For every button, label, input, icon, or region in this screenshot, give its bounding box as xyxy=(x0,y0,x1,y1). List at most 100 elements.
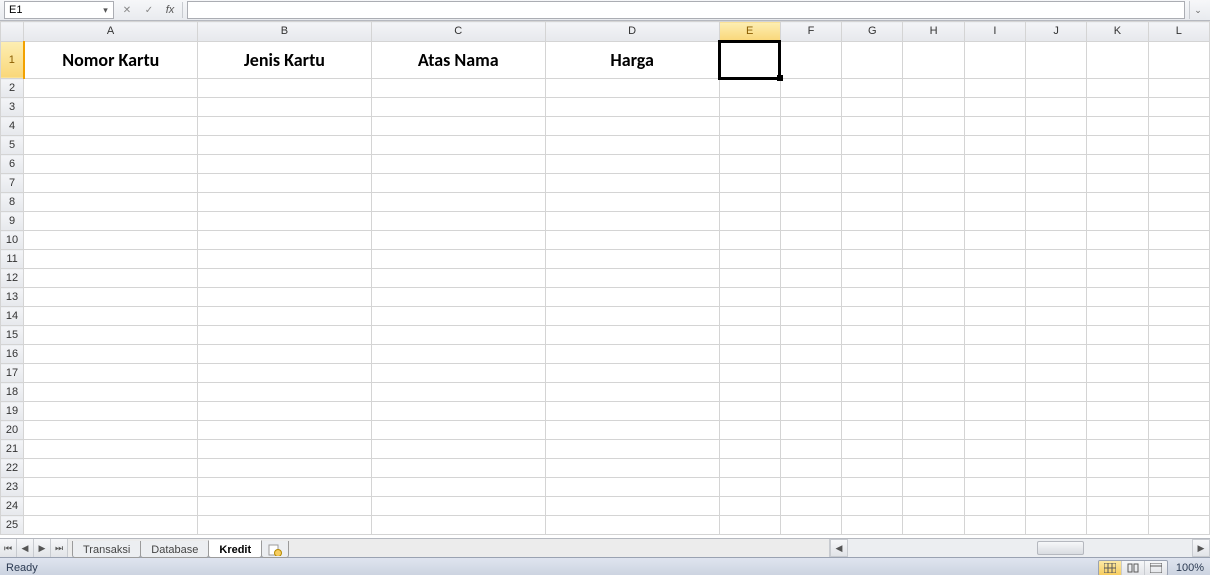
column-header-D[interactable]: D xyxy=(545,22,719,42)
cell-C2[interactable] xyxy=(371,79,545,98)
cell-I11[interactable] xyxy=(964,250,1025,269)
cell-B21[interactable] xyxy=(197,440,371,459)
cell-F6[interactable] xyxy=(780,155,841,174)
cell-B22[interactable] xyxy=(197,459,371,478)
cell-G23[interactable] xyxy=(842,478,903,497)
cell-E24[interactable] xyxy=(719,497,780,516)
cell-H13[interactable] xyxy=(903,288,964,307)
cell-D7[interactable] xyxy=(545,174,719,193)
cell-H9[interactable] xyxy=(903,212,964,231)
cell-F11[interactable] xyxy=(780,250,841,269)
cell-H5[interactable] xyxy=(903,136,964,155)
cell-E6[interactable] xyxy=(719,155,780,174)
cell-G22[interactable] xyxy=(842,459,903,478)
cell-H17[interactable] xyxy=(903,364,964,383)
tab-nav-first-icon[interactable]: ⏮ xyxy=(0,539,17,557)
cell-G17[interactable] xyxy=(842,364,903,383)
row-header-15[interactable]: 15 xyxy=(1,326,24,345)
cell-I19[interactable] xyxy=(964,402,1025,421)
cell-D11[interactable] xyxy=(545,250,719,269)
cell-E4[interactable] xyxy=(719,117,780,136)
cell-J7[interactable] xyxy=(1026,174,1087,193)
cell-L7[interactable] xyxy=(1148,174,1209,193)
cell-B25[interactable] xyxy=(197,516,371,535)
cell-K18[interactable] xyxy=(1087,383,1148,402)
cell-J17[interactable] xyxy=(1026,364,1087,383)
cell-J9[interactable] xyxy=(1026,212,1087,231)
cell-I8[interactable] xyxy=(964,193,1025,212)
tab-nav-last-icon[interactable]: ⏭ xyxy=(51,539,68,557)
cell-D14[interactable] xyxy=(545,307,719,326)
cell-I14[interactable] xyxy=(964,307,1025,326)
column-header-G[interactable]: G xyxy=(842,22,903,42)
cell-F25[interactable] xyxy=(780,516,841,535)
row-header-3[interactable]: 3 xyxy=(1,98,24,117)
cell-D5[interactable] xyxy=(545,136,719,155)
cell-C6[interactable] xyxy=(371,155,545,174)
cell-F9[interactable] xyxy=(780,212,841,231)
cell-B7[interactable] xyxy=(197,174,371,193)
cell-K19[interactable] xyxy=(1087,402,1148,421)
cell-C14[interactable] xyxy=(371,307,545,326)
horizontal-scrollbar[interactable]: ◀ ▶ xyxy=(829,539,1210,557)
cell-A8[interactable] xyxy=(24,193,198,212)
cell-D13[interactable] xyxy=(545,288,719,307)
cell-D17[interactable] xyxy=(545,364,719,383)
cell-F10[interactable] xyxy=(780,231,841,250)
cell-A11[interactable] xyxy=(24,250,198,269)
cell-I13[interactable] xyxy=(964,288,1025,307)
cell-I18[interactable] xyxy=(964,383,1025,402)
cell-D23[interactable] xyxy=(545,478,719,497)
cell-K9[interactable] xyxy=(1087,212,1148,231)
cell-I10[interactable] xyxy=(964,231,1025,250)
cell-B11[interactable] xyxy=(197,250,371,269)
cell-I25[interactable] xyxy=(964,516,1025,535)
cell-F5[interactable] xyxy=(780,136,841,155)
cell-E25[interactable] xyxy=(719,516,780,535)
row-header-10[interactable]: 10 xyxy=(1,231,24,250)
cell-H15[interactable] xyxy=(903,326,964,345)
cell-B8[interactable] xyxy=(197,193,371,212)
cell-C19[interactable] xyxy=(371,402,545,421)
cell-G11[interactable] xyxy=(842,250,903,269)
cell-H8[interactable] xyxy=(903,193,964,212)
cell-I3[interactable] xyxy=(964,98,1025,117)
cell-L21[interactable] xyxy=(1148,440,1209,459)
cell-F13[interactable] xyxy=(780,288,841,307)
cell-D1[interactable]: Harga xyxy=(545,41,719,79)
cell-G7[interactable] xyxy=(842,174,903,193)
cell-C13[interactable] xyxy=(371,288,545,307)
cell-C4[interactable] xyxy=(371,117,545,136)
cell-K8[interactable] xyxy=(1087,193,1148,212)
sheet-tab-database[interactable]: Database xyxy=(140,541,209,558)
column-header-C[interactable]: C xyxy=(371,22,545,42)
cell-G25[interactable] xyxy=(842,516,903,535)
column-header-E[interactable]: E xyxy=(719,22,780,42)
cell-G14[interactable] xyxy=(842,307,903,326)
cell-B13[interactable] xyxy=(197,288,371,307)
column-header-F[interactable]: F xyxy=(780,22,841,42)
cell-L3[interactable] xyxy=(1148,98,1209,117)
cell-J3[interactable] xyxy=(1026,98,1087,117)
cell-B10[interactable] xyxy=(197,231,371,250)
cell-C25[interactable] xyxy=(371,516,545,535)
cell-I17[interactable] xyxy=(964,364,1025,383)
cell-B24[interactable] xyxy=(197,497,371,516)
cell-I6[interactable] xyxy=(964,155,1025,174)
cell-I7[interactable] xyxy=(964,174,1025,193)
cell-D4[interactable] xyxy=(545,117,719,136)
cell-A14[interactable] xyxy=(24,307,198,326)
cell-A16[interactable] xyxy=(24,345,198,364)
cell-K16[interactable] xyxy=(1087,345,1148,364)
cell-E21[interactable] xyxy=(719,440,780,459)
row-header-17[interactable]: 17 xyxy=(1,364,24,383)
cell-G15[interactable] xyxy=(842,326,903,345)
cell-F4[interactable] xyxy=(780,117,841,136)
row-header-21[interactable]: 21 xyxy=(1,440,24,459)
cell-C20[interactable] xyxy=(371,421,545,440)
cell-K2[interactable] xyxy=(1087,79,1148,98)
cell-B6[interactable] xyxy=(197,155,371,174)
cell-A9[interactable] xyxy=(24,212,198,231)
cell-L5[interactable] xyxy=(1148,136,1209,155)
view-page-break-icon[interactable] xyxy=(1145,561,1167,575)
